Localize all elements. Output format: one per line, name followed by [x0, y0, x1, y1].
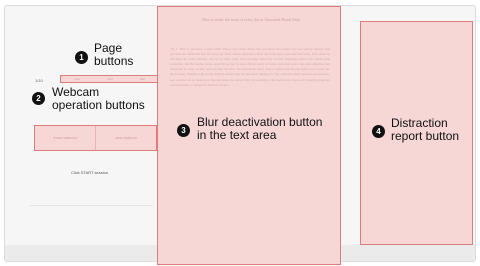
annotation-label-4-line-2: report button [391, 129, 460, 143]
page-indicator: 1/10 [35, 78, 43, 83]
webcam-operation-buttons: START WEBCAM HIDE WEBCAM [34, 125, 157, 151]
annotation-badge-1: 1 [75, 51, 88, 64]
annotation-label-2-line-2: operation buttons [52, 98, 145, 112]
annotation-label-2: Webcam operation buttons [52, 86, 145, 112]
start-session-text: Click START session [71, 170, 109, 175]
page-next-button[interactable]: next [94, 76, 127, 82]
annotation-badge-2: 2 [32, 92, 45, 105]
divider [29, 205, 153, 206]
annotation-badge-4: 4 [372, 125, 385, 138]
annotation-label-4: Distraction report button [391, 117, 459, 143]
page-buttons: prev next last [60, 75, 160, 83]
article-body: Tip 1 - How to purchase a parks admit. B… [170, 47, 330, 87]
annotation-badge-3: 3 [177, 124, 190, 137]
annotation-label-3-line-2: in the text area [197, 128, 277, 142]
hide-webcam-button[interactable]: HIDE WEBCAM [95, 126, 156, 150]
annotation-label-3: Blur deactivation button in the text are… [197, 116, 322, 142]
article-title: How to make the most of every day at Abr… [202, 17, 300, 22]
annotation-label-1-line-2: buttons [94, 54, 134, 68]
annotation-label-1: Page buttons [94, 42, 133, 68]
page-last-button[interactable]: last [126, 76, 159, 82]
start-webcam-button[interactable]: START WEBCAM [35, 126, 95, 150]
page-prev-button[interactable]: prev [61, 76, 94, 82]
